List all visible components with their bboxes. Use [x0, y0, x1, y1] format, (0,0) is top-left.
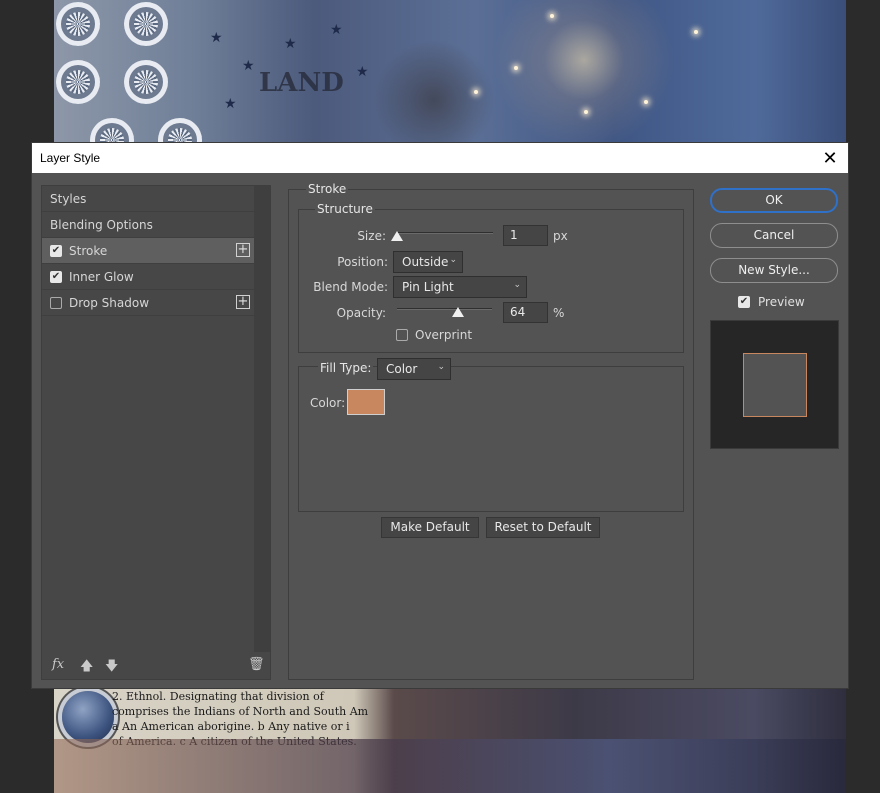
size-label: Size:: [357, 229, 386, 243]
canvas-image-bottom: 2. Ethnol. Designating that division of …: [54, 689, 846, 793]
dictionary-line: 2. Ethnol. Designating that division of: [112, 690, 324, 703]
move-down-icon[interactable]: 🡇: [105, 657, 118, 679]
wheel-ornament: [124, 60, 168, 104]
style-checkbox[interactable]: [50, 296, 62, 309]
opacity-input[interactable]: 64: [503, 302, 548, 323]
position-label: Position:: [337, 255, 388, 269]
opacity-unit: %: [553, 306, 565, 320]
close-icon[interactable]: ✕: [820, 148, 840, 168]
position-dropdown[interactable]: Outside ⌄: [393, 251, 463, 273]
opacity-slider-thumb[interactable]: [451, 307, 464, 317]
styles-list: Styles Blending Options ✔ Stroke + ✔ Inner Glo…: [42, 186, 254, 316]
wheel-ornament: [56, 2, 100, 46]
canvas-land-text: LAND: [259, 68, 344, 98]
opacity-slider[interactable]: [397, 308, 492, 310]
spark-dot: [550, 14, 554, 18]
star-icon: ★: [330, 22, 343, 38]
fill-type-dropdown[interactable]: Color ⌄: [377, 358, 451, 380]
style-checkbox[interactable]: ✔: [50, 244, 62, 257]
structure-group-title: Structure: [315, 202, 375, 216]
star-badge-icon: [62, 691, 114, 743]
chevron-down-icon: ⌄: [449, 255, 457, 265]
dialog-title: Layer Style: [40, 151, 101, 165]
chevron-down-icon: ⌄: [437, 362, 445, 372]
spark-dot: [514, 66, 518, 70]
style-item-label: Drop Shadow: [69, 295, 150, 310]
dictionary-line: comprises the Indians of North and South…: [112, 705, 369, 718]
trash-icon[interactable]: 🗑: [248, 657, 265, 672]
move-up-icon[interactable]: 🡅: [80, 657, 93, 679]
chevron-down-icon: ⌄: [513, 280, 521, 290]
opacity-label: Opacity:: [336, 306, 386, 320]
new-style-button[interactable]: New Style...: [710, 258, 838, 283]
style-item-drop-shadow[interactable]: Drop Shadow +: [42, 290, 254, 316]
dictionary-line: a An American aborigine. b Any native or…: [112, 720, 350, 733]
wheel-ornament: [90, 118, 134, 142]
size-slider-thumb[interactable]: [390, 231, 403, 241]
star-icon: ★: [242, 58, 255, 74]
size-slider[interactable]: [396, 232, 493, 234]
style-item-stroke[interactable]: ✔ Stroke +: [42, 238, 254, 264]
star-icon: ★: [356, 64, 369, 80]
preview-swatch: [743, 353, 807, 417]
style-item-styles[interactable]: Styles: [42, 186, 254, 212]
fill-type-value: Color: [386, 362, 418, 376]
decorative-wheels: [54, 0, 202, 142]
canvas-lower-texture: [54, 739, 846, 793]
overprint-box[interactable]: [396, 329, 408, 341]
stroke-color-swatch[interactable]: [347, 389, 385, 415]
size-unit: px: [553, 229, 568, 243]
make-default-button[interactable]: Make Default: [381, 517, 479, 538]
blend-mode-label: Blend Mode:: [313, 280, 388, 294]
ok-button[interactable]: OK: [710, 188, 838, 213]
style-item-label: Stroke: [69, 243, 108, 258]
star-icon: ★: [210, 30, 223, 46]
reset-to-default-button[interactable]: Reset to Default: [486, 517, 600, 538]
blend-mode-dropdown[interactable]: Pin Light ⌄: [393, 276, 527, 298]
style-item-label: Styles: [50, 191, 87, 206]
preview-checkbox[interactable]: ✔ Preview: [738, 295, 805, 309]
cancel-button[interactable]: Cancel: [710, 223, 838, 248]
styles-scrollbar[interactable]: [254, 186, 270, 652]
spark-dot: [644, 100, 648, 104]
color-label: Color:: [310, 396, 346, 410]
position-value: Outside: [402, 255, 449, 269]
layer-style-dialog: Layer Style ✕ Styles Blending Options ✔ Str…: [31, 142, 849, 689]
styles-footer: fx 🡅 🡇 🗑: [42, 651, 270, 679]
wheel-ornament: [158, 118, 202, 142]
star-icon: ★: [284, 36, 297, 52]
style-item-blending-options[interactable]: Blending Options: [42, 212, 254, 238]
spark-dot: [584, 110, 588, 114]
overprint-label: Overprint: [415, 328, 473, 342]
wheel-ornament: [56, 60, 100, 104]
spark-dot: [474, 90, 478, 94]
fx-icon[interactable]: fx: [52, 657, 64, 672]
fill-type-label: Fill Type:: [318, 361, 374, 375]
style-item-label: Blending Options: [50, 217, 153, 232]
style-item-inner-glow[interactable]: ✔ Inner Glow: [42, 264, 254, 290]
spark-dot: [694, 30, 698, 34]
check-icon[interactable]: ✔: [738, 296, 750, 308]
style-checkbox[interactable]: ✔: [50, 270, 62, 283]
blend-mode-value: Pin Light: [402, 280, 454, 294]
fill-type-group: [298, 366, 684, 512]
preview-label: Preview: [758, 295, 805, 309]
wheel-ornament: [124, 2, 168, 46]
stroke-group-title: Stroke: [306, 182, 349, 196]
star-icon: ★: [224, 96, 237, 112]
styles-panel: Styles Blending Options ✔ Stroke + ✔ Inner Glo…: [41, 185, 271, 680]
canvas-image-top: ★ ★ ★ ★ ★ ★ LAND: [54, 0, 846, 142]
style-item-label: Inner Glow: [69, 269, 134, 284]
size-input[interactable]: 1: [503, 225, 548, 246]
add-effect-icon[interactable]: +: [236, 295, 250, 309]
overprint-checkbox[interactable]: Overprint: [396, 328, 472, 342]
dialog-titlebar[interactable]: Layer Style ✕: [32, 143, 848, 173]
add-effect-icon[interactable]: +: [236, 243, 250, 257]
style-preview: [710, 320, 839, 449]
